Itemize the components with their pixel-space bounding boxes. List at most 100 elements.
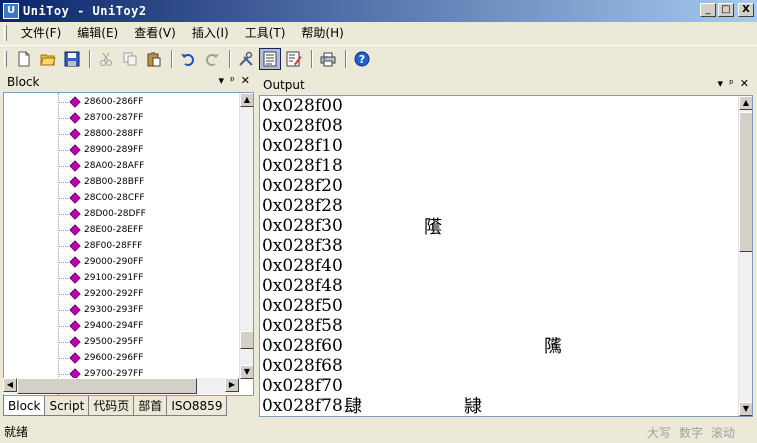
glyph-cell[interactable]: 𨼟 [624, 156, 664, 177]
glyph-cell[interactable]: 𨼊 [424, 116, 464, 137]
menu-help[interactable]: 帮助(H) [293, 23, 351, 43]
redo-button[interactable] [201, 48, 223, 70]
glyph-cell[interactable]: 𨼵 [544, 216, 584, 237]
app-icon[interactable]: U [3, 3, 19, 19]
glyph-cell[interactable]: 𨽝 [544, 316, 584, 337]
glyph-cell[interactable]: 𨼺 [424, 236, 464, 257]
tree-item[interactable]: 28C00-28CFF [4, 190, 145, 206]
glyph-cell[interactable]: 𨼓 [464, 136, 504, 157]
glyph-cell[interactable]: 𨼨 [344, 196, 384, 217]
block-tree[interactable]: 28600-286FF 28700-287FF 28800-288FF 28900-2… [3, 92, 254, 396]
glyph-cell[interactable]: 𨽁 [384, 256, 424, 277]
glyph-cell[interactable]: 𨽴 [504, 376, 544, 397]
glyph-cell[interactable]: 𨽷 [624, 376, 664, 397]
glyph-cell[interactable]: 𨽍 [544, 276, 584, 297]
glyph-cell[interactable]: 𨼶 [584, 216, 624, 237]
glyph-cell[interactable]: 𨽘 [344, 316, 384, 337]
glyph-cell[interactable]: 𨽆 [584, 256, 624, 277]
pane-dropdown-icon[interactable]: ▾ [219, 74, 225, 87]
glyph-cell[interactable]: 𨽯 [624, 356, 664, 377]
glyph-cell[interactable]: 𨼦 [584, 176, 624, 197]
glyph-cell[interactable]: 𨽳 [464, 376, 504, 397]
glyph-cell[interactable]: 𨽠 [344, 336, 384, 357]
glyph-cell[interactable]: 𨽧 [624, 336, 664, 357]
menu-grip[interactable] [4, 25, 7, 41]
glyph-cell[interactable]: 𨼩 [384, 196, 424, 217]
glyph-cell[interactable]: 𨼜 [504, 156, 544, 177]
glyph-cell[interactable]: 𨽨 [344, 356, 384, 377]
glyph-cell[interactable]: 𨼰 [344, 216, 384, 237]
print-button[interactable] [317, 48, 339, 70]
pane-pin-icon[interactable]: ᵖ [729, 77, 734, 90]
glyph-cell[interactable]: 𨽔 [504, 296, 544, 317]
glyph-cell[interactable]: 𨼉 [384, 116, 424, 137]
glyph-cell[interactable]: 𨽀 [344, 256, 384, 277]
glyph-cell[interactable]: 𨼙 [384, 156, 424, 177]
tree-horizontal-scrollbar[interactable]: ◀ ▶ [3, 378, 239, 394]
tree-item[interactable]: 28D00-28DFF [4, 206, 146, 222]
glyph-cell[interactable]: 𨽦 [584, 336, 624, 357]
glyph-cell[interactable]: 𨼫 [464, 196, 504, 217]
glyph-cell[interactable]: 𨽬 [504, 356, 544, 377]
tree-item[interactable]: 29000-290FF [4, 254, 143, 270]
tree-item[interactable]: 29500-295FF [4, 334, 143, 350]
glyph-cell[interactable]: 𨼥 [544, 176, 584, 197]
output-vertical-scrollbar[interactable]: ▲ ▼ [738, 96, 752, 416]
glyph-cell[interactable]: 𨽥 [544, 335, 584, 357]
glyph-cell[interactable]: 𨽼 [504, 396, 544, 417]
glyph-cell[interactable]: 𨼻 [464, 236, 504, 257]
glyph-cell[interactable]: 𨼁 [384, 96, 424, 117]
glyph-cell[interactable]: 𨼇 [624, 96, 664, 117]
glyph-cell[interactable]: 𨼈 [344, 116, 384, 137]
menu-insert[interactable]: 插入(I) [184, 23, 237, 43]
glyph-cell[interactable]: 𨽣 [464, 336, 504, 357]
pane-close-icon[interactable]: ✕ [241, 74, 250, 87]
glyph-cell[interactable]: 𨼣 [464, 176, 504, 197]
glyph-cell[interactable]: 𨽊 [424, 276, 464, 297]
glyph-cell[interactable]: 𨽽 [544, 396, 584, 417]
scroll-down-arrow-icon[interactable]: ▼ [240, 365, 254, 379]
glyph-cell[interactable]: 𨼿 [624, 236, 664, 257]
tab-radical[interactable]: 部首 [133, 396, 167, 416]
glyph-cell[interactable]: 𨽶 [584, 376, 624, 397]
glyph-cell[interactable]: 𨽮 [584, 356, 624, 377]
tree-item[interactable]: 28900-289FF [4, 142, 143, 158]
glyph-cell[interactable]: 𨼂 [424, 96, 464, 117]
glyph-cell[interactable]: 𨼷 [624, 216, 664, 237]
tree-item[interactable]: 28E00-28EFF [4, 222, 143, 238]
tree-item[interactable]: 28F00-28FFF [4, 238, 142, 254]
scroll-right-arrow-icon[interactable]: ▶ [225, 378, 239, 392]
glyph-cell[interactable]: 𨽿 [624, 396, 664, 417]
glyph-cell[interactable]: 𨽞 [584, 316, 624, 337]
tree-item[interactable]: 28700-287FF [4, 110, 143, 126]
toolbar-grip[interactable] [4, 51, 7, 67]
help-button[interactable]: ? [351, 48, 373, 70]
glyph-cell[interactable]: 𨼑 [384, 136, 424, 157]
glyph-cell[interactable]: 𨼃 [464, 96, 504, 117]
tree-item[interactable]: 28800-288FF [4, 126, 143, 142]
glyph-cell[interactable]: 𨽱 [384, 376, 424, 397]
glyph-cell[interactable]: 𨽩 [384, 356, 424, 377]
glyph-cell[interactable]: 𨽸 [344, 395, 384, 417]
glyph-cell[interactable]: 𨽅 [544, 256, 584, 277]
open-button[interactable] [37, 48, 59, 70]
glyph-cell[interactable]: 𨼴 [504, 216, 544, 237]
paste-button[interactable] [143, 48, 165, 70]
glyph-cell[interactable]: 𨽈 [344, 276, 384, 297]
tools-button[interactable] [235, 48, 257, 70]
minimize-button[interactable]: _ [700, 3, 716, 17]
glyph-cell[interactable]: 𨼐 [344, 136, 384, 157]
glyph-cell[interactable]: 𨼅 [544, 96, 584, 117]
glyph-cell[interactable]: 𨽚 [424, 316, 464, 337]
glyph-cell[interactable]: 𨼤 [504, 176, 544, 197]
glyph-cell[interactable]: 𨼖 [584, 136, 624, 157]
glyph-cell[interactable]: 𨼆 [584, 96, 624, 117]
glyph-cell[interactable]: 𨼭 [544, 196, 584, 217]
glyph-cell[interactable]: 𨽰 [344, 376, 384, 397]
glyph-cell[interactable]: 𨼌 [504, 116, 544, 137]
glyph-cell[interactable]: 𨽡 [384, 336, 424, 357]
copy-button[interactable] [119, 48, 141, 70]
glyph-cell[interactable]: 𨼏 [624, 116, 664, 137]
glyph-cell[interactable]: 𨼎 [584, 116, 624, 137]
list-view-button[interactable] [259, 48, 281, 70]
